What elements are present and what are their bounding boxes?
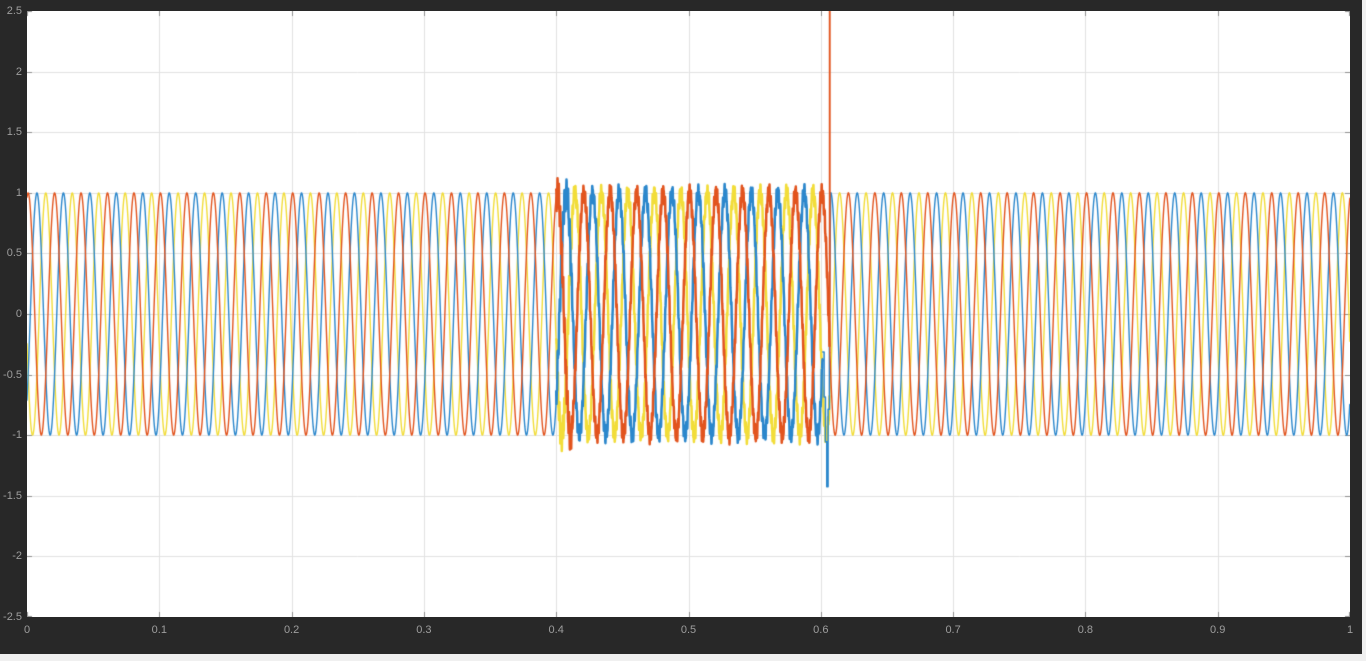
window-right-edge — [1362, 0, 1366, 661]
waveform-plot-canvas — [27, 11, 1350, 617]
y-tick-label: 2.5 — [6, 5, 22, 17]
x-tick-label: 0.6 — [813, 624, 829, 636]
x-tick-label: 1 — [1346, 624, 1354, 636]
y-tick-label: 0.5 — [6, 247, 22, 260]
x-tick-label: 0 — [23, 624, 31, 636]
y-tick-label: -0.5 — [3, 368, 22, 381]
y-tick-label: 1.5 — [6, 126, 22, 139]
y-tick-label: -1 — [12, 429, 22, 442]
y-tick-label: -1.5 — [3, 489, 22, 502]
x-tick-label: 0.9 — [1210, 624, 1226, 636]
x-tick-label: 0.1 — [151, 624, 167, 636]
window-bottom-edge — [0, 654, 1366, 661]
x-tick-label: 0.3 — [416, 624, 432, 636]
x-tick-label: 0.8 — [1077, 624, 1094, 636]
x-tick-label: 0.5 — [680, 624, 697, 636]
x-tick-label: 0.7 — [945, 624, 961, 636]
x-tick-label: 0.2 — [283, 624, 300, 636]
plot-area — [27, 11, 1350, 617]
scope-window: -2.5 -2 -1.5 -1 -0.5 0 0.5 1 1.5 2 2.5 0 0.1 0.2 0.3 0… — [0, 0, 1366, 661]
y-tick-label: -2.5 — [3, 611, 22, 623]
y-tick-label: -2 — [12, 550, 22, 563]
x-tick-label: 0.4 — [548, 624, 564, 636]
y-tick-label: 1 — [15, 186, 22, 199]
y-tick-label: 2 — [15, 65, 22, 78]
y-tick-label: 0 — [15, 308, 22, 320]
